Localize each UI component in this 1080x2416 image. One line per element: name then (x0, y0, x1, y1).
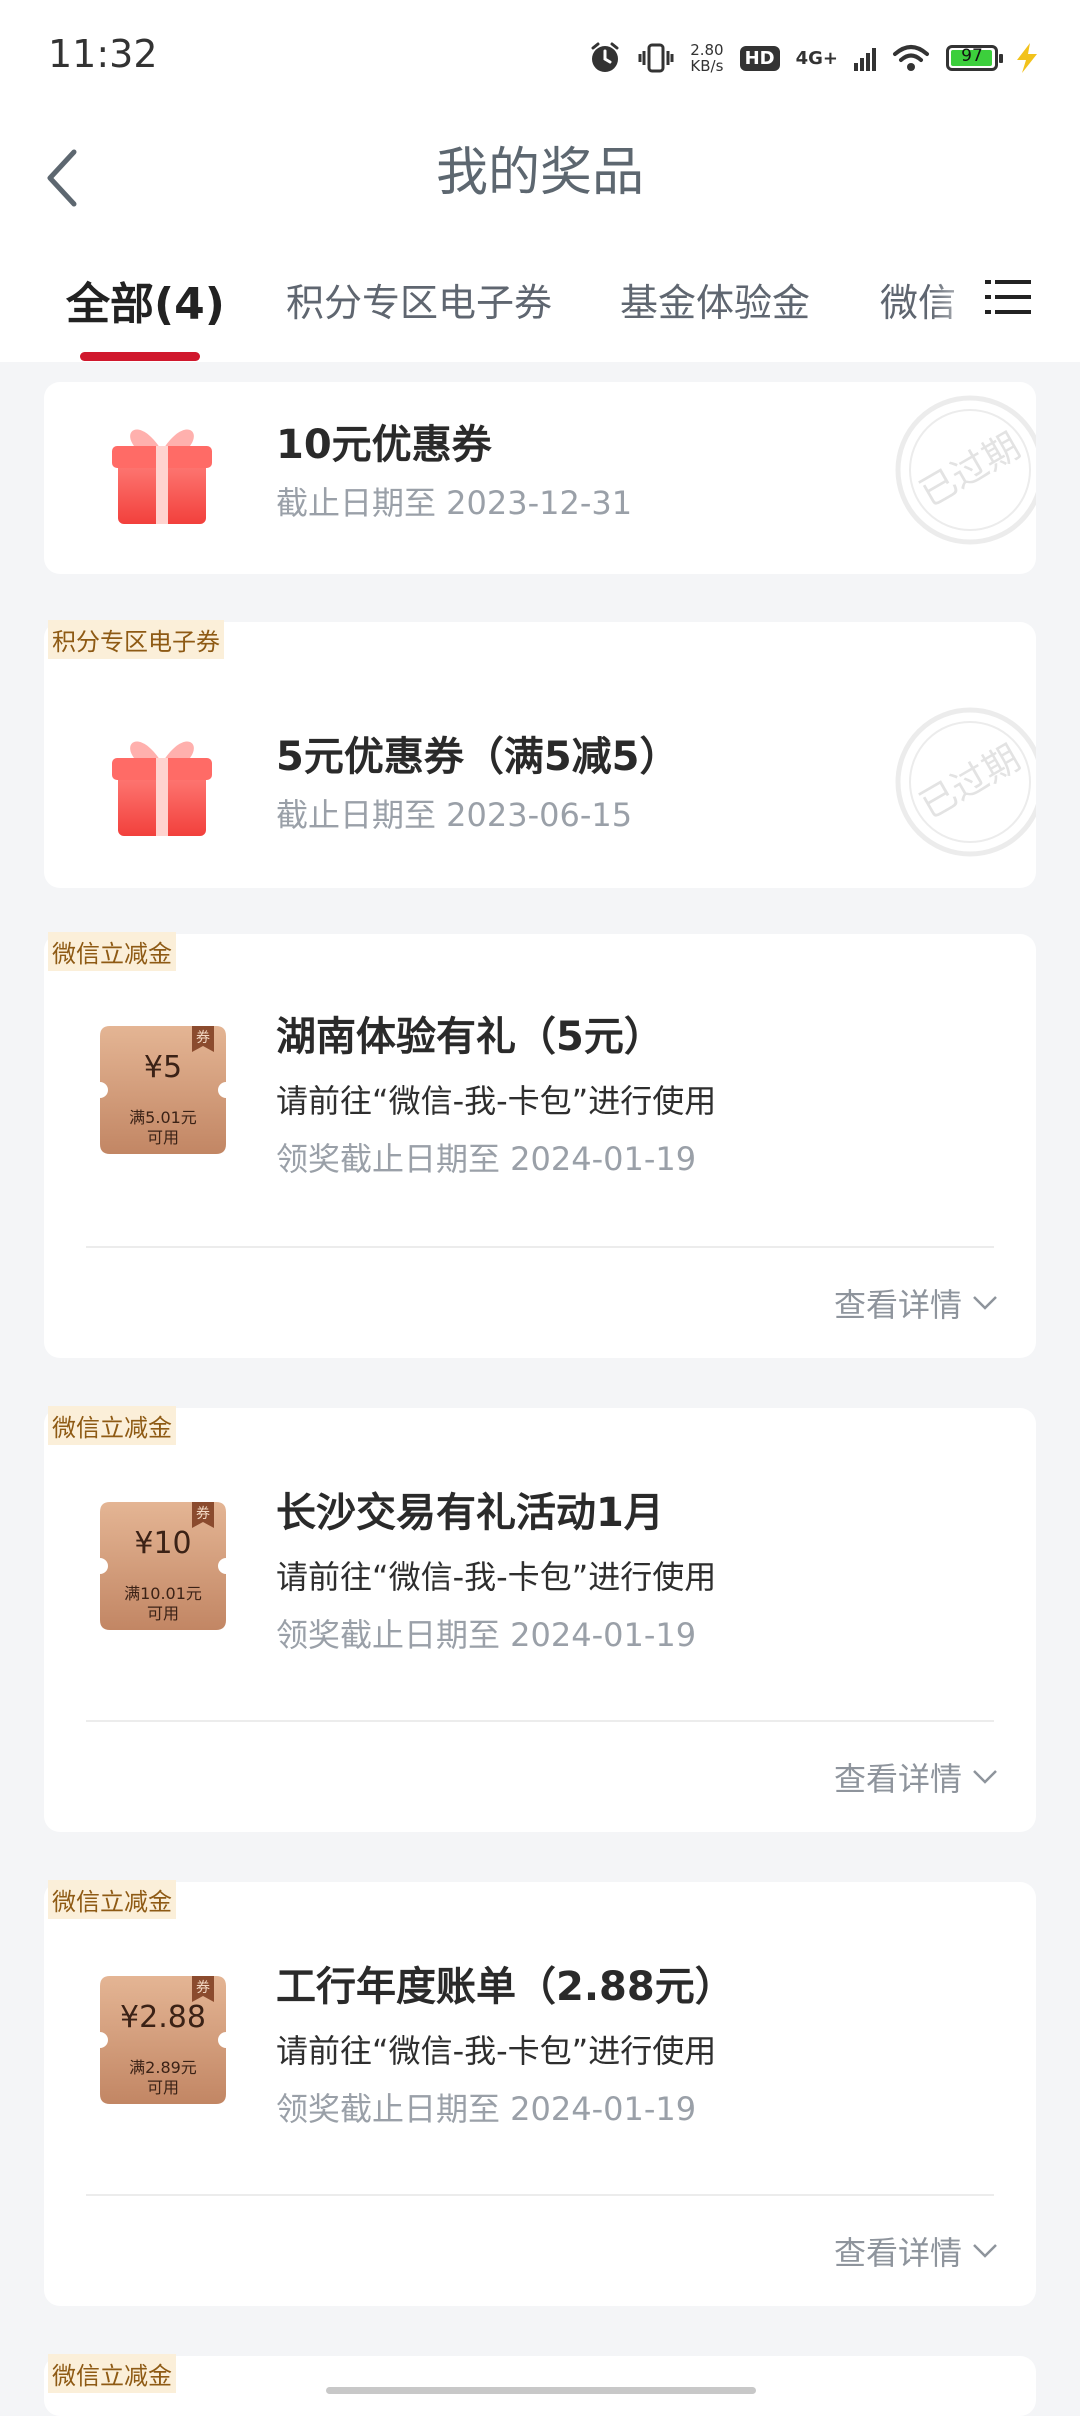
vibrate-icon (638, 43, 674, 73)
network-speed: 2.80 KB/s (690, 42, 723, 74)
prize-usage-hint: 请前往“微信-我-卡包”进行使用 (276, 1558, 717, 1596)
coupon-icon: 券 ¥10 满10.01元 可用 (100, 1502, 226, 1630)
alarm-icon (591, 42, 619, 72)
chevron-down-icon (973, 1296, 997, 1310)
coupon-condition: 满2.89元 (129, 2058, 197, 2077)
view-details-button[interactable]: 查看详情 (834, 1280, 998, 1326)
prize-title: 湖南体验有礼（5元） (276, 1014, 664, 1060)
chevron-down-icon (973, 2244, 997, 2258)
prize-card[interactable]: 券 ¥2.88 满2.89元 可用 工行年度账单（2.88元） 请前往“微信-我… (44, 1882, 1036, 2306)
signal-icon (854, 48, 876, 71)
coupon-icon: 券 ¥2.88 满2.89元 可用 (100, 1976, 226, 2104)
battery-icon: 97 (946, 45, 1003, 71)
page-title: 我的奖品 (435, 143, 644, 203)
divider (86, 1720, 994, 1722)
coupon-amount: ¥2.88 (120, 2000, 206, 2035)
prize-title: 长沙交易有礼活动1月 (276, 1490, 664, 1536)
tab-bar: 全部(4) 积分专区电子券 基金体验金 微信 (0, 250, 1080, 362)
tab-points-coupons[interactable]: 积分专区电子券 (286, 272, 552, 327)
prize-usage-hint: 请前往“微信-我-卡包”进行使用 (276, 1082, 717, 1120)
tab-fund-trial[interactable]: 基金体验金 (620, 272, 810, 327)
view-details-button[interactable]: 查看详情 (834, 1754, 998, 1800)
gift-icon (112, 429, 212, 524)
coupon-icon: 券 ¥5 满5.01元 可用 (100, 1026, 226, 1154)
coupon-badge: 券 (196, 1030, 210, 1046)
gift-icon (112, 741, 212, 836)
coupon-amount: ¥10 (134, 1526, 192, 1561)
prize-category-tag: 微信立减金 (48, 932, 176, 971)
svg-text:已过期: 已过期 (913, 738, 1027, 828)
coupon-usable: 可用 (146, 2078, 179, 2097)
tab-all[interactable]: 全部(4) (66, 268, 225, 332)
prize-usage-hint: 请前往“微信-我-卡包”进行使用 (276, 2032, 717, 2070)
divider (86, 1246, 994, 1248)
prize-deadline: 领奖截止日期至 2024-01-19 (276, 1140, 697, 1178)
prize-card[interactable]: 10元优惠券 截止日期至 2023-12-31 已过期 (44, 382, 1036, 574)
hd-badge: HD (739, 45, 780, 71)
coupon-usable: 可用 (146, 1128, 179, 1147)
wifi-icon (893, 45, 929, 71)
expired-stamp-icon: 已过期 (895, 707, 1036, 857)
network-speed-unit: KB/s (690, 57, 724, 75)
prize-deadline: 截止日期至 2023-12-31 (276, 484, 633, 522)
chevron-down-icon (973, 1770, 997, 1784)
network-type: 4G+ (795, 47, 838, 69)
menu-icon[interactable] (985, 274, 1031, 320)
prize-category-tag: 微信立减金 (48, 2354, 176, 2393)
charging-icon (1017, 43, 1037, 73)
coupon-condition: 满10.01元 (124, 1584, 202, 1603)
prize-card[interactable]: 5元优惠券（满5减5） 截止日期至 2023-06-15 已过期 (44, 622, 1036, 888)
divider (86, 2194, 994, 2196)
network-speed-value: 2.80 (690, 41, 724, 59)
prize-card[interactable]: 券 ¥10 满10.01元 可用 长沙交易有礼活动1月 请前往“微信-我-卡包”… (44, 1408, 1036, 1832)
home-indicator[interactable] (326, 2387, 756, 2394)
view-details-label: 查看详情 (833, 2234, 962, 2272)
coupon-usable: 可用 (146, 1604, 179, 1623)
coupon-badge: 券 (196, 1980, 210, 1996)
status-time: 11:32 (48, 32, 158, 76)
view-details-label: 查看详情 (833, 1760, 962, 1798)
prize-title: 10元优惠券 (276, 422, 492, 468)
coupon-amount: ¥5 (143, 1050, 183, 1085)
coupon-condition: 满5.01元 (129, 1108, 197, 1127)
header: 我的奖品 (0, 110, 1080, 250)
status-bar: 11:32 2.80 KB/s HD 4G+ 97 (0, 0, 1080, 110)
prize-title: 工行年度账单（2.88元） (276, 1964, 735, 2010)
coupon-badge: 券 (196, 1506, 210, 1522)
prize-deadline: 截止日期至 2023-06-15 (276, 796, 633, 834)
prize-title: 5元优惠券（满5减5） (276, 734, 680, 780)
prize-card[interactable]: 券 ¥5 满5.01元 可用 湖南体验有礼（5元） 请前往“微信-我-卡包”进行… (44, 934, 1036, 1358)
prize-category-tag: 微信立减金 (48, 1880, 176, 1919)
battery-level: 97 (961, 46, 983, 66)
prize-category-tag: 积分专区电子券 (48, 620, 224, 659)
svg-text:已过期: 已过期 (913, 426, 1027, 516)
prize-category-tag: 微信立减金 (48, 1406, 176, 1445)
tab-active-indicator (80, 352, 200, 361)
status-icons: 2.80 KB/s HD 4G+ 97 (588, 34, 1040, 82)
view-details-button[interactable]: 查看详情 (834, 2228, 998, 2274)
expired-stamp-icon: 已过期 (895, 395, 1036, 545)
prize-deadline: 领奖截止日期至 2024-01-19 (276, 1616, 697, 1654)
view-details-label: 查看详情 (833, 1286, 962, 1324)
prize-card[interactable] (44, 2356, 1036, 2416)
prize-deadline: 领奖截止日期至 2024-01-19 (276, 2090, 697, 2128)
